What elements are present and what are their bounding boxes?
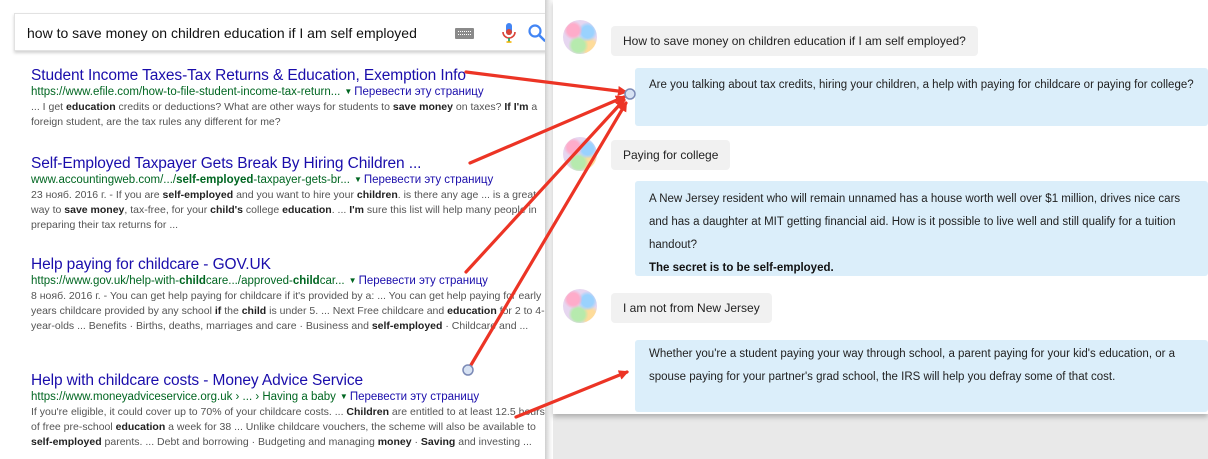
pane-divider [545, 0, 553, 459]
keyboard-icon[interactable] [455, 28, 474, 39]
search-result: Self-Employed Taxpayer Gets Break By Hir… [31, 155, 546, 233]
translate-link[interactable]: Перевести эту страницу [364, 174, 493, 186]
avatar [563, 137, 597, 171]
result-url-text[interactable]: www.accountingweb.com/.../self-employed-… [31, 174, 350, 186]
user-message: How to save money on children education … [611, 26, 978, 56]
result-title-link[interactable]: Help with childcare costs - Money Advice… [31, 372, 546, 390]
microphone-icon[interactable] [501, 22, 517, 44]
result-title-link[interactable]: Student Income Taxes-Tax Returns & Educa… [31, 67, 546, 85]
dropdown-triangle-icon[interactable]: ▼ [354, 175, 362, 184]
bot-message-bold: The secret is to be self-employed. [649, 262, 834, 274]
result-url-text[interactable]: https://www.gov.uk/help-with-childcare..… [31, 275, 345, 287]
search-input[interactable]: how to save money on children education … [27, 25, 417, 41]
bot-message: Are you talking about tax credits, hirin… [635, 68, 1208, 126]
result-url: https://www.efile.com/how-to-file-studen… [31, 85, 546, 100]
result-snippet: If you're eligible, it could cover up to… [31, 406, 545, 448]
result-title-link[interactable]: Self-Employed Taxpayer Gets Break By Hir… [31, 155, 546, 173]
result-title-link[interactable]: Help paying for childcare - GOV.UK [31, 256, 546, 274]
user-message: I am not from New Jersey [611, 293, 772, 323]
result-url-text[interactable]: https://www.moneyadviceservice.org.uk › … [31, 391, 336, 403]
bot-message-text: A New Jersey resident who will remain un… [649, 193, 1181, 251]
search-result: Student Income Taxes-Tax Returns & Educa… [31, 67, 546, 130]
dropdown-triangle-icon[interactable]: ▼ [344, 87, 352, 96]
result-url: https://www.moneyadviceservice.org.uk › … [31, 390, 546, 405]
dropdown-triangle-icon[interactable]: ▼ [340, 392, 348, 401]
result-url-text[interactable]: https://www.efile.com/how-to-file-studen… [31, 86, 340, 98]
translate-link[interactable]: Перевести эту страницу [350, 391, 479, 403]
result-url: www.accountingweb.com/.../self-employed-… [31, 173, 546, 188]
result-url: https://www.gov.uk/help-with-childcare..… [31, 274, 546, 289]
avatar [563, 20, 597, 54]
avatar [563, 289, 597, 323]
search-result: Help with childcare costs - Money Advice… [31, 372, 546, 450]
chat-pane: How to save money on children education … [553, 0, 1208, 459]
chat-window: How to save money on children education … [553, 0, 1208, 414]
dropdown-triangle-icon[interactable]: ▼ [349, 276, 357, 285]
search-result: Help paying for childcare - GOV.UK https… [31, 256, 546, 334]
search-bar[interactable]: how to save money on children education … [14, 13, 548, 51]
bot-message: A New Jersey resident who will remain un… [635, 181, 1208, 276]
result-snippet: ... I get education credits or deduction… [31, 101, 538, 128]
translate-link[interactable]: Перевести эту страницу [359, 275, 488, 287]
search-results-pane: how to save money on children education … [0, 0, 548, 459]
result-snippet: 8 нояб. 2016 г. - You can get help payin… [31, 290, 545, 332]
chat-background [553, 414, 1208, 459]
translate-link[interactable]: Перевести эту страницу [354, 86, 483, 98]
result-snippet: 23 нояб. 2016 г. - If you are self-emplo… [31, 189, 537, 231]
search-icon[interactable] [527, 23, 547, 43]
user-message: Paying for college [611, 140, 731, 170]
bot-message: Whether you're a student paying your way… [635, 340, 1208, 412]
